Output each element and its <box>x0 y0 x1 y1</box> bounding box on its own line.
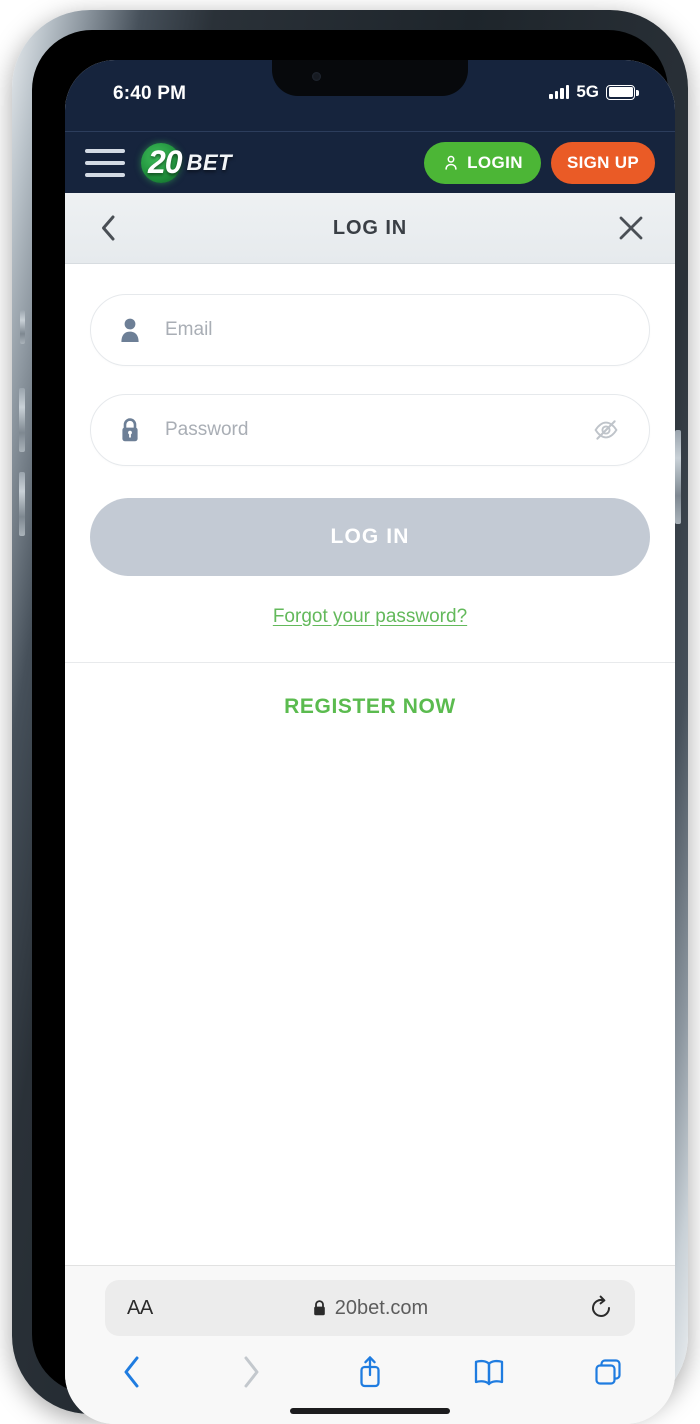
reload-button[interactable] <box>589 1295 613 1321</box>
book-icon <box>474 1359 504 1386</box>
dynamic-island <box>272 60 468 96</box>
silent-switch-button[interactable] <box>20 310 25 344</box>
logo-primary-text: 20 <box>148 144 183 180</box>
register-row: REGISTER NOW <box>90 663 650 719</box>
front-camera-icon <box>312 72 321 81</box>
brand-logo[interactable]: 20 BET <box>141 140 232 186</box>
chevron-left-icon <box>124 1356 139 1388</box>
volume-down-button[interactable] <box>19 472 25 536</box>
status-bar-time: 6:40 PM <box>113 83 187 104</box>
login-button-label: LOGIN <box>467 152 523 172</box>
status-bar-indicators: 5G <box>549 82 639 102</box>
forgot-password-row: Forgot your password? <box>90 576 650 662</box>
text-size-button[interactable]: AA <box>127 1297 153 1320</box>
url-display: 20bet.com <box>105 1297 635 1320</box>
network-type-label: 5G <box>576 82 599 101</box>
header-actions: LOGIN SIGN UP <box>424 141 655 184</box>
signup-button-label: SIGN UP <box>566 152 639 172</box>
password-field-wrapper[interactable] <box>90 394 650 466</box>
home-indicator <box>290 1408 450 1414</box>
close-x-icon <box>619 216 643 240</box>
tabs-icon <box>595 1359 621 1385</box>
battery-full-icon <box>606 84 639 100</box>
hamburger-menu-icon[interactable] <box>85 148 125 177</box>
modal-close-button[interactable] <box>615 212 647 244</box>
share-icon <box>360 1356 380 1388</box>
logo-secondary-text: BET <box>186 149 233 175</box>
browser-back-button[interactable] <box>109 1349 155 1395</box>
chevron-left-icon <box>102 215 115 241</box>
volume-up-button[interactable] <box>19 388 25 452</box>
email-input[interactable] <box>165 319 623 341</box>
safari-browser-chrome: AA 20bet.com <box>65 1265 675 1424</box>
phone-bezel: 6:40 PM 5G 20 BET LOGIN SIGN UP LOG IN E… <box>32 30 675 1424</box>
url-text: 20bet.com <box>334 1296 429 1319</box>
signal-bars-icon <box>549 85 570 99</box>
safari-address-bar[interactable]: AA 20bet.com <box>105 1280 635 1336</box>
battery-fill <box>608 87 633 97</box>
login-button[interactable]: LOGIN <box>424 141 541 184</box>
phone-device-frame: 6:40 PM 5G 20 BET LOGIN SIGN UP LOG IN E… <box>12 10 688 1424</box>
phone-screen: 6:40 PM 5G 20 BET LOGIN SIGN UP LOG IN E… <box>65 60 675 1424</box>
register-now-link[interactable]: REGISTER NOW <box>284 695 456 718</box>
email-field-wrapper[interactable] <box>90 294 650 366</box>
user-icon <box>445 155 457 170</box>
user-avatar-icon <box>117 315 143 345</box>
signup-button[interactable]: SIGN UP <box>550 141 655 184</box>
power-button[interactable] <box>675 430 681 524</box>
tabs-button[interactable] <box>585 1349 631 1395</box>
eye-off-icon[interactable] <box>589 413 623 447</box>
bookmarks-button[interactable] <box>466 1349 512 1395</box>
reload-icon <box>592 1295 610 1317</box>
site-header: 20 BET LOGIN SIGN UP <box>65 131 675 193</box>
chevron-right-icon <box>244 1356 259 1388</box>
status-bar: 6:40 PM 5G <box>65 60 675 131</box>
login-form: LOG IN Forgot your password? REGISTER NO… <box>65 264 675 719</box>
share-button[interactable] <box>347 1349 393 1395</box>
modal-back-button[interactable] <box>93 213 123 243</box>
modal-title: LOG IN <box>332 216 408 239</box>
safari-toolbar <box>65 1336 675 1408</box>
browser-forward-button[interactable] <box>228 1349 274 1395</box>
modal-title-bar: LOG IN <box>65 193 675 264</box>
lock-icon <box>313 1300 325 1316</box>
lock-icon <box>117 415 143 445</box>
text-size-label: AA <box>127 1296 153 1319</box>
password-input[interactable] <box>165 419 589 441</box>
login-submit-button[interactable]: LOG IN <box>90 498 650 576</box>
forgot-password-link[interactable]: Forgot your password? <box>273 606 467 627</box>
page-blank-area <box>65 719 675 1137</box>
